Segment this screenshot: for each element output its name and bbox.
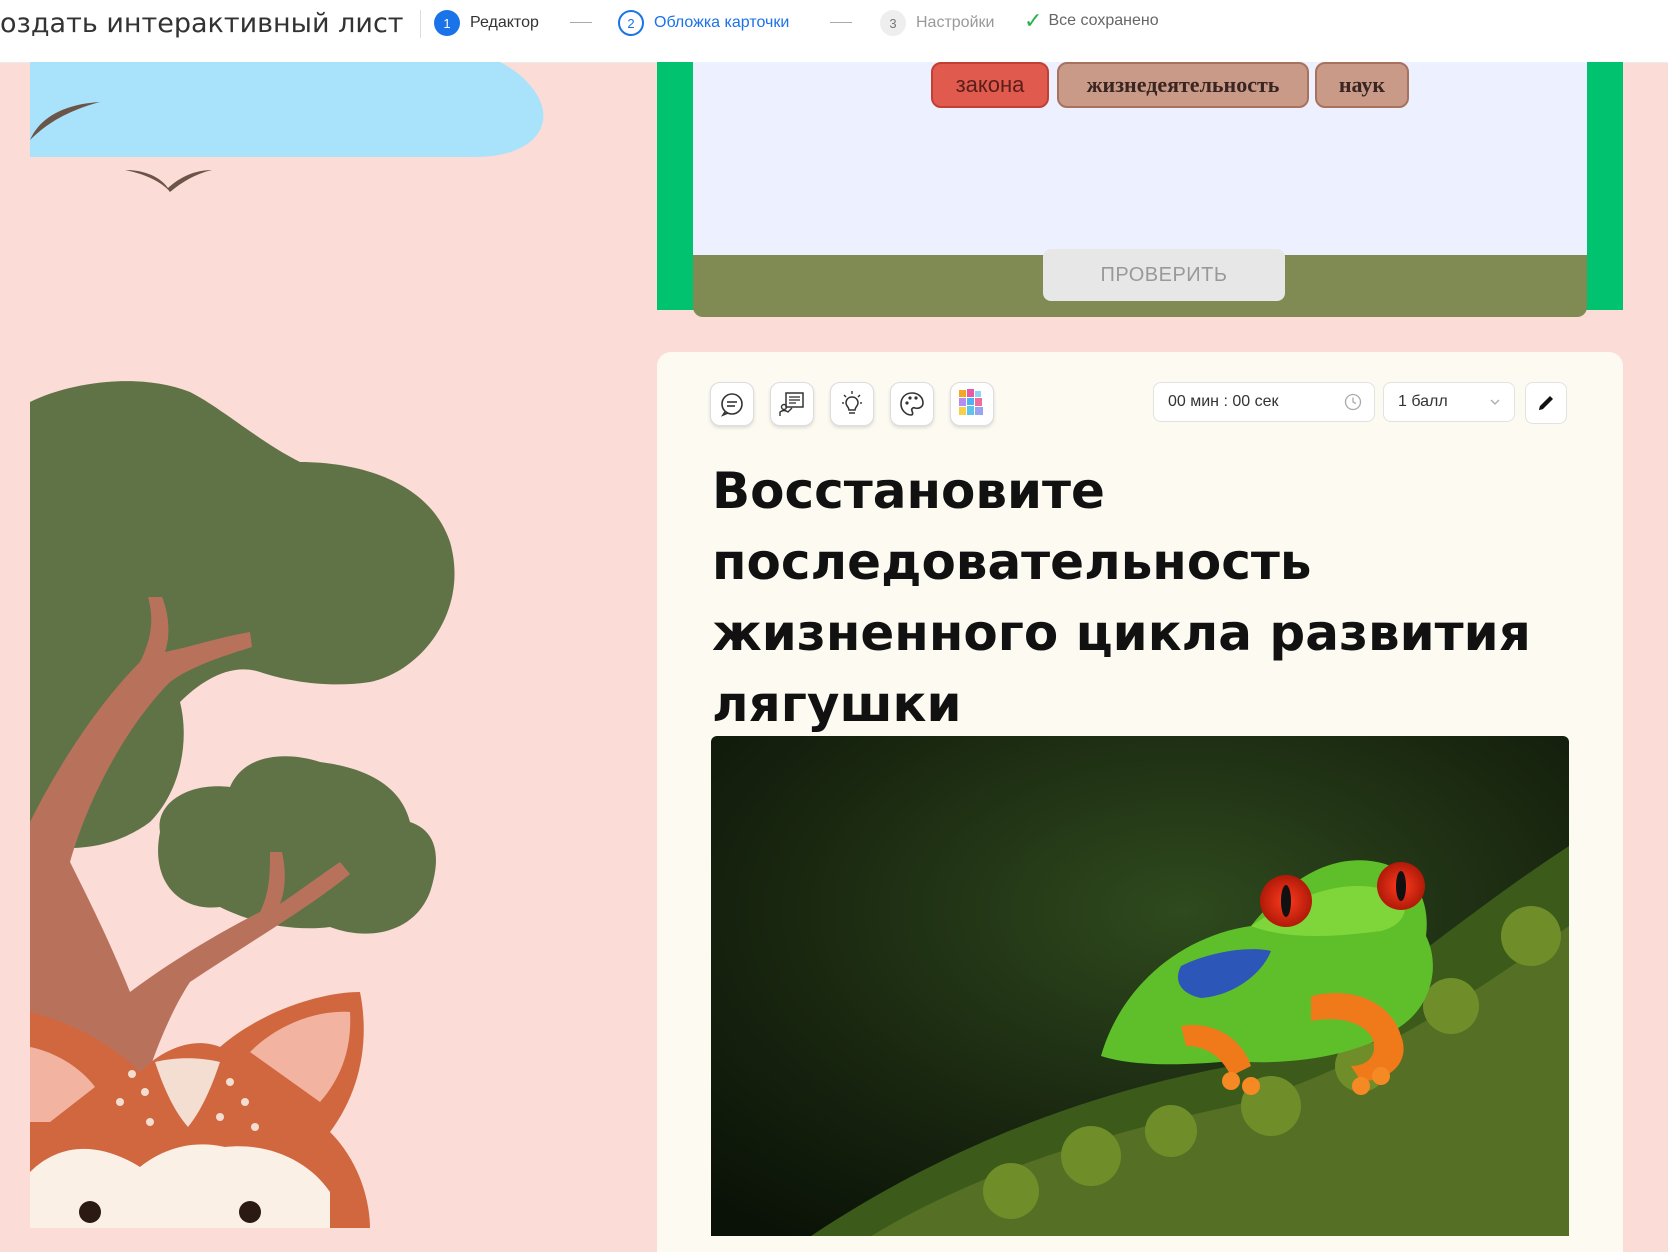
colorful-grid-icon [959, 389, 983, 415]
save-status-label: Все сохранено [1048, 12, 1159, 29]
word-chip[interactable]: наук [1315, 62, 1409, 108]
step-number: 3 [880, 10, 906, 36]
step-label: Редактор [470, 14, 539, 31]
points-value: 1 балл [1398, 393, 1448, 410]
palette-icon [900, 392, 924, 416]
check-icon: ✓ [1024, 8, 1043, 33]
step-settings[interactable]: 3 Настройки [880, 10, 994, 36]
save-status: ✓ Все сохранено [1024, 10, 1159, 32]
comment-icon [720, 393, 743, 417]
frog-photo [711, 736, 1569, 1236]
presentation-icon [779, 392, 804, 416]
check-button[interactable]: ПРОВЕРИТЬ [1043, 249, 1285, 301]
presentation-button[interactable] [770, 382, 814, 426]
lightbulb-icon [842, 391, 862, 414]
bird-shape [125, 170, 212, 192]
fox-eye-shape [239, 1201, 261, 1223]
step-number: 2 [618, 10, 644, 36]
comment-button[interactable] [710, 382, 754, 426]
hint-button[interactable] [830, 382, 874, 426]
step-label: Обложка карточки [654, 14, 790, 31]
step-number: 1 [434, 10, 460, 36]
timer-value: 00 мин : 00 сек [1168, 393, 1279, 410]
word-answer-area: закона жизнедеятельность наук [693, 62, 1587, 255]
question-title: Восстановите последовательность жизненно… [712, 462, 1531, 733]
word-chip[interactable]: жизнедеятельность [1057, 62, 1309, 108]
exercise-card-frame: закона жизнедеятельность наук ПРОВЕРИТЬ [657, 62, 1623, 317]
chevron-down-icon [1490, 399, 1500, 405]
step-label: Настройки [916, 14, 995, 31]
step-connector [570, 22, 592, 23]
mosaic-button[interactable] [950, 382, 994, 426]
exercise-footer: ПРОВЕРИТЬ [693, 249, 1587, 317]
timer-field[interactable]: 00 мин : 00 сек [1153, 382, 1375, 422]
fox-eye-shape [79, 1201, 101, 1223]
step-card-cover[interactable]: 2 Обложка карточки [618, 10, 789, 36]
step-editor[interactable]: 1 Редактор [434, 10, 539, 36]
task-card: 00 мин : 00 сек 1 балл Восстановите посл… [657, 352, 1623, 1252]
pencil-icon [1539, 396, 1553, 410]
top-bar: оздать интерактивный лист 1 Редактор 2 О… [0, 0, 1668, 63]
fox-face-shape [30, 1144, 330, 1228]
title-divider [420, 10, 421, 38]
points-dropdown[interactable]: 1 балл [1383, 382, 1515, 422]
word-chip-incorrect[interactable]: закона [931, 62, 1049, 108]
theme-button[interactable] [890, 382, 934, 426]
clock-icon [1344, 393, 1362, 411]
edit-button[interactable] [1525, 382, 1567, 424]
page-title: оздать интерактивный лист [0, 8, 404, 39]
step-connector [830, 22, 852, 23]
cloud-shape [30, 62, 544, 157]
background-illustration [30, 62, 544, 1228]
